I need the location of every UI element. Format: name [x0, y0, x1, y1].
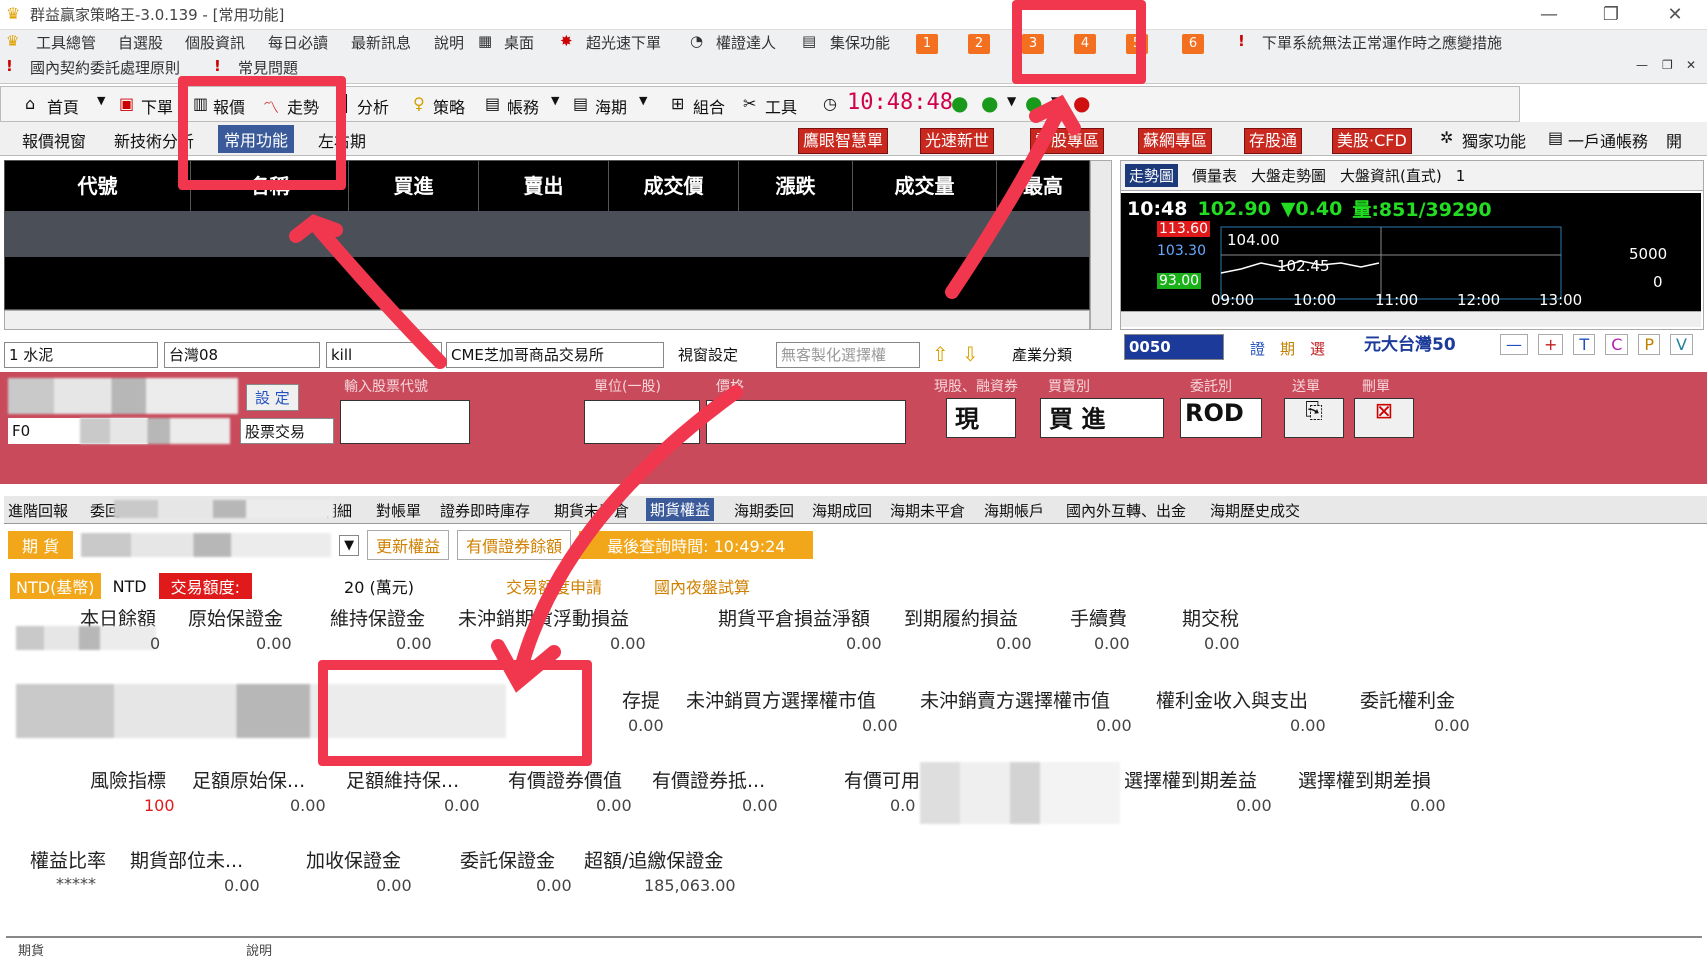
annotation-arrows: [289, 94, 1081, 693]
